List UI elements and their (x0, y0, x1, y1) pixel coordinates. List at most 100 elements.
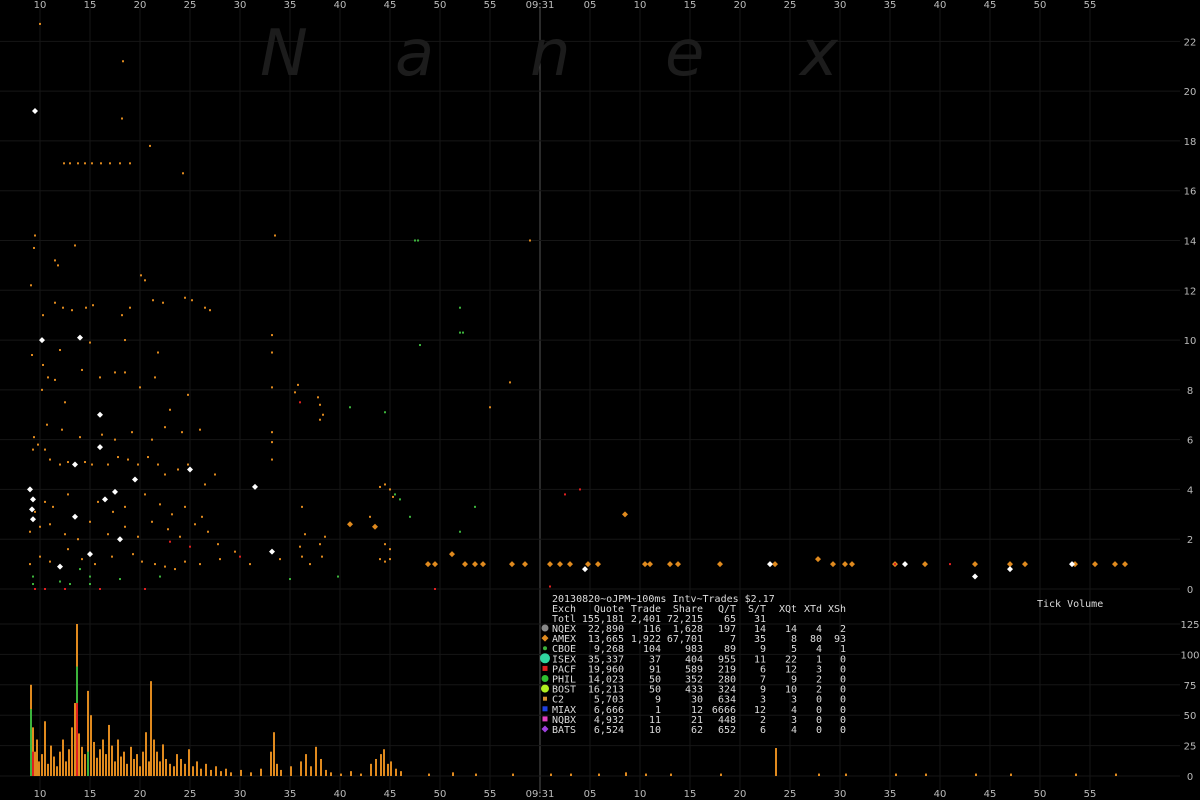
trade-point-amex (64, 533, 66, 536)
trade-point-amex (184, 296, 186, 299)
y-price-tick-label: 10 (1184, 336, 1197, 347)
volume-bar (99, 749, 101, 776)
x-tick-label-bottom: 25 (784, 789, 797, 800)
trade-point-pacf (44, 588, 46, 590)
trade-point-nqex (582, 566, 588, 573)
volume-bar (1115, 773, 1117, 776)
volume-bar (775, 748, 777, 776)
volume-bar (400, 771, 402, 776)
trade-point-amex (675, 561, 681, 568)
trade-point-amex (131, 431, 133, 434)
volume-bar (390, 761, 392, 776)
x-tick-label-bottom: 30 (834, 789, 847, 800)
volume-bar (38, 761, 40, 776)
trade-point-amex (972, 561, 978, 568)
trade-point-amex (379, 558, 381, 561)
volume-bar (117, 739, 119, 776)
x-tick-label-top: 20 (734, 0, 747, 11)
volume-bar (325, 769, 327, 776)
x-tick-label-top: 15 (684, 0, 697, 11)
trade-point-amex (97, 500, 99, 503)
trade-point-cboe (69, 583, 71, 586)
trade-point-amex (89, 520, 91, 523)
volume-bar (220, 771, 222, 776)
trade-point-cboe (399, 498, 401, 501)
volume-bar (188, 749, 190, 776)
trade-point-amex (384, 543, 386, 546)
trade-point-amex (309, 563, 311, 566)
trade-point-amex (207, 530, 209, 533)
volume-bar (139, 766, 141, 776)
trade-point-amex (271, 351, 273, 354)
volume-bar (670, 773, 672, 776)
trade-point-amex (63, 162, 65, 165)
volume-bar (68, 749, 70, 776)
trade-point-amex (432, 561, 438, 568)
volume-bar (47, 763, 49, 776)
trade-point-amex (522, 561, 528, 568)
x-tick-label-bottom: 40 (934, 789, 947, 800)
trade-point-pacf (894, 563, 896, 566)
trade-point-amex (1112, 561, 1118, 568)
trade-point-amex (29, 563, 31, 566)
trade-point-amex (41, 388, 43, 391)
trade-point-amex (111, 555, 113, 558)
trade-point-amex (194, 523, 196, 526)
volume-bar (123, 751, 125, 776)
trade-point-amex (61, 428, 63, 431)
trade-point-amex (184, 505, 186, 508)
trade-point-amex (219, 558, 221, 561)
trade-point-amex (271, 458, 273, 461)
x-tick-label-bottom: 20 (134, 789, 147, 800)
x-tick-label-top: 35 (884, 0, 897, 11)
trade-point-amex (184, 560, 186, 563)
trade-point-amex (114, 438, 116, 441)
volume-bar (475, 773, 477, 776)
x-tick-label-top: 25 (784, 0, 797, 11)
trade-point-pacf (99, 588, 101, 590)
x-tick-label-top: 50 (434, 0, 447, 11)
trade-point-amex (154, 563, 156, 566)
trade-point-amex (217, 543, 219, 546)
trade-point-amex (297, 383, 299, 386)
trade-point-amex (167, 528, 169, 531)
x-tick-label-bottom: 55 (484, 789, 497, 800)
trade-point-amex (922, 561, 928, 568)
trade-point-amex (204, 483, 206, 486)
trade-point-cboe (419, 344, 421, 347)
trade-point-amex (119, 162, 121, 165)
trade-point-amex (271, 441, 273, 444)
trade-point-amex (29, 530, 31, 533)
table-header-cell: XTd (804, 604, 822, 615)
volume-bar (975, 773, 977, 776)
volume-bar (1075, 773, 1077, 776)
trade-point-amex (91, 463, 93, 466)
trade-point-amex (84, 162, 86, 165)
trade-point-amex (472, 561, 478, 568)
volume-bar (375, 758, 377, 776)
volume-bar (512, 773, 514, 776)
trade-point-cboe (79, 568, 81, 571)
watermark-letter: x (798, 17, 839, 91)
trade-point-cboe (459, 331, 461, 334)
trade-point-amex (1022, 561, 1028, 568)
trade-point-pacf (34, 588, 36, 590)
trade-point-amex (187, 393, 189, 396)
volume-bar (290, 766, 292, 776)
trade-point-amex (67, 461, 69, 464)
trade-point-amex (144, 493, 146, 496)
trade-point-amex (92, 304, 94, 307)
x-tick-label-top: 15 (84, 0, 97, 11)
trade-point-amex (667, 561, 673, 568)
volume-bar (428, 773, 430, 776)
trade-point-amex (114, 371, 116, 374)
trade-point-pacf (564, 493, 566, 496)
trade-point-cboe (32, 583, 34, 586)
trade-point-amex (85, 306, 87, 309)
trade-point-amex (369, 515, 371, 518)
trade-point-amex (124, 339, 126, 342)
trade-point-amex (201, 515, 203, 518)
y-price-tick-label: 12 (1184, 286, 1197, 297)
y-price-tick-label: 18 (1184, 137, 1197, 148)
trade-point-cboe (159, 575, 161, 578)
